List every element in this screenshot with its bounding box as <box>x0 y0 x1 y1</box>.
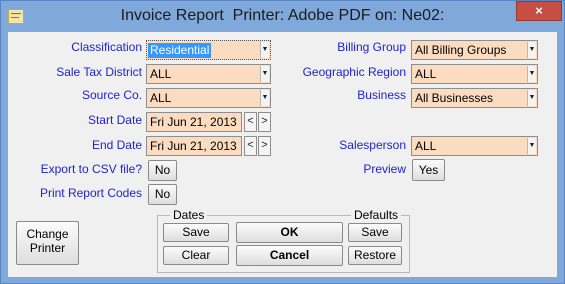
business-value: All Businesses <box>415 91 494 105</box>
close-button[interactable]: × <box>516 1 562 21</box>
salesperson-value: ALL <box>415 139 437 153</box>
salesperson-select[interactable]: ALL ▼ <box>411 136 538 156</box>
dates-clear-button[interactable]: Clear <box>163 246 229 265</box>
export-csv-toggle[interactable]: No <box>148 160 177 181</box>
form-area: Classification Residential ▼ Sale Tax Di… <box>8 32 557 277</box>
start-date-next-button[interactable]: > <box>258 112 271 132</box>
start-date-value: Fri Jun 21, 2013 <box>150 115 237 129</box>
ok-button[interactable]: OK <box>236 222 343 243</box>
geographic-region-select[interactable]: ALL ▼ <box>411 64 538 84</box>
title-bar[interactable]: Invoice Report Printer: Adobe PDF on: Ne… <box>1 1 564 32</box>
defaults-legend: Defaults <box>351 209 402 221</box>
dates-legend: Dates <box>170 209 208 221</box>
end-date-prev-button[interactable]: < <box>244 136 257 156</box>
preview-label: Preview <box>363 162 406 176</box>
end-date-field[interactable]: Fri Jun 21, 2013 <box>146 136 242 156</box>
source-co-select[interactable]: ALL ▼ <box>146 88 271 108</box>
end-date-next-button[interactable]: > <box>258 136 271 156</box>
business-select[interactable]: All Businesses ▼ <box>411 88 538 108</box>
source-co-value: ALL <box>150 91 172 105</box>
preview-toggle[interactable]: Yes <box>412 159 445 181</box>
classification-label: Classification <box>71 40 142 54</box>
geographic-region-value: ALL <box>415 67 437 81</box>
restore-button[interactable]: Restore <box>348 246 402 265</box>
sale-tax-district-label: Sale Tax District <box>56 65 142 79</box>
chevron-down-icon[interactable]: ▼ <box>260 42 269 58</box>
chevron-down-icon[interactable]: ▼ <box>527 90 536 106</box>
chevron-down-icon[interactable]: ▼ <box>260 90 269 106</box>
start-date-label: Start Date <box>87 113 142 127</box>
chevron-down-icon[interactable]: ▼ <box>527 66 536 82</box>
defaults-save-button[interactable]: Save <box>348 223 402 242</box>
classification-select[interactable]: Residential ▼ <box>146 40 271 60</box>
invoice-report-window: Invoice Report Printer: Adobe PDF on: Ne… <box>0 0 565 284</box>
sale-tax-district-select[interactable]: ALL ▼ <box>146 64 271 84</box>
chevron-down-icon[interactable]: ▼ <box>527 138 536 154</box>
end-date-label: End Date <box>91 138 142 152</box>
geographic-region-label: Geographic Region <box>302 65 406 79</box>
source-co-label: Source Co. <box>81 88 142 102</box>
billing-group-select[interactable]: All Billing Groups ▼ <box>411 40 538 60</box>
billing-group-value: All Billing Groups <box>415 43 507 57</box>
print-report-codes-toggle[interactable]: No <box>148 184 177 205</box>
change-printer-button[interactable]: Change Printer <box>16 221 79 265</box>
chevron-down-icon[interactable]: ▼ <box>260 66 269 82</box>
classification-value: Residential <box>148 43 212 58</box>
cancel-button[interactable]: Cancel <box>236 245 343 266</box>
window-title: Invoice Report Printer: Adobe PDF on: Ne… <box>120 7 445 24</box>
salesperson-label: Salesperson <box>339 138 406 152</box>
dates-save-button[interactable]: Save <box>163 223 229 242</box>
print-report-codes-label: Print Report Codes <box>39 186 142 200</box>
sale-tax-district-value: ALL <box>150 67 172 81</box>
start-date-prev-button[interactable]: < <box>244 112 257 132</box>
chevron-down-icon[interactable]: ▼ <box>527 42 536 58</box>
end-date-value: Fri Jun 21, 2013 <box>150 139 237 153</box>
billing-group-label: Billing Group <box>337 40 406 54</box>
start-date-field[interactable]: Fri Jun 21, 2013 <box>146 112 242 132</box>
business-label: Business <box>357 88 406 102</box>
export-csv-label: Export to CSV file? <box>40 162 142 176</box>
